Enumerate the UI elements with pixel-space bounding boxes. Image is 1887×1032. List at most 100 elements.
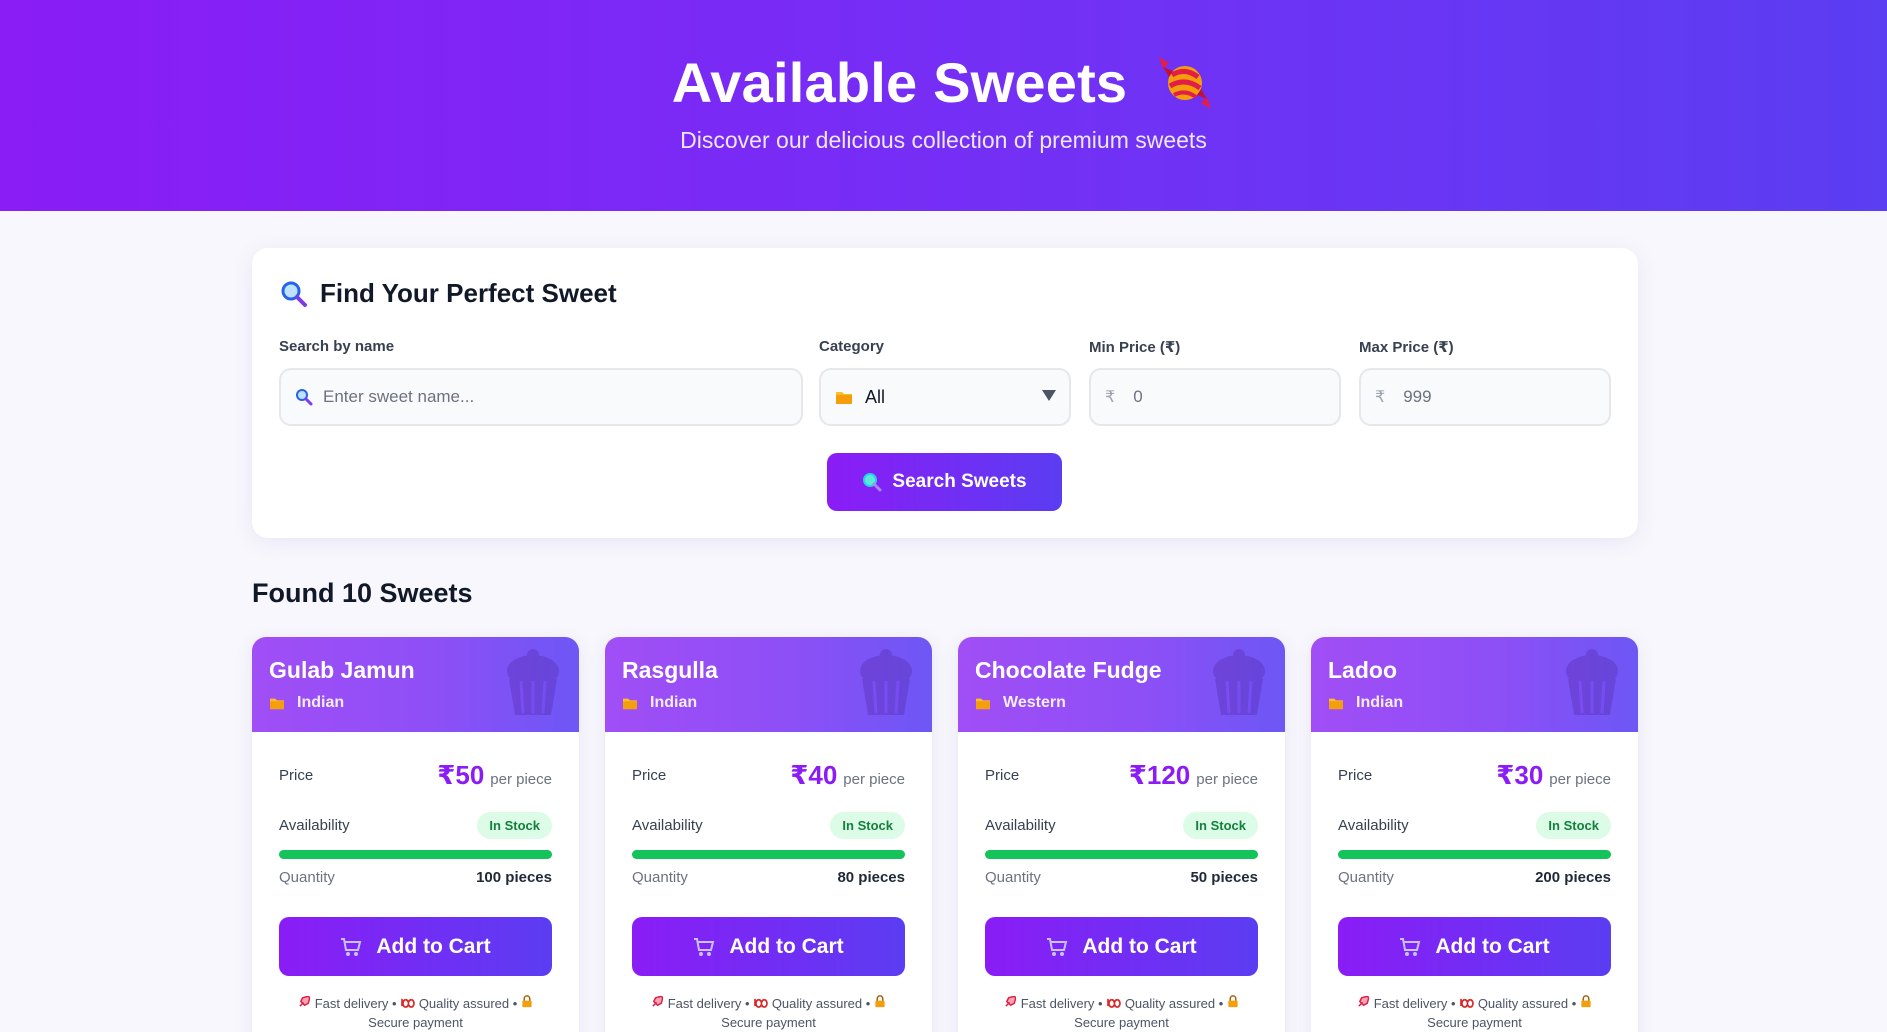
cupcake-icon — [860, 649, 912, 715]
sweet-name: Ladoo — [1328, 657, 1397, 683]
hero-banner: Available Sweets Discover our delicious … — [0, 0, 1887, 211]
perk-secure-payment: Secure payment — [721, 1015, 816, 1030]
perk-quality-assured: Quality assured • — [771, 996, 871, 1011]
card-perks: Fast delivery • Quality assured • Secure… — [625, 994, 912, 1032]
sweet-category-label: Indian — [650, 694, 698, 711]
quantity-row: Quantity 50 pieces — [985, 869, 1258, 886]
min-price-field[interactable]: ₹ — [1089, 368, 1341, 426]
lock-icon — [1581, 995, 1591, 1008]
price-row: Price ₹50 per piece — [279, 760, 552, 791]
availability-row: Availability In Stock — [279, 812, 552, 839]
sweet-category: Indian — [622, 694, 697, 712]
min-price-input[interactable] — [1133, 387, 1284, 407]
sweet-category: Indian — [1328, 694, 1403, 712]
sweet-category: Indian — [269, 694, 344, 712]
add-to-cart-button[interactable]: Add to Cart — [632, 917, 905, 976]
rocket-icon — [299, 995, 311, 1007]
stock-bar — [985, 850, 1258, 859]
candy-icon — [1159, 56, 1212, 109]
page-subtitle: Discover our delicious collection of pre… — [680, 127, 1207, 153]
sweet-card: Gulab Jamun Indian Price ₹50 per piece A… — [252, 637, 579, 1032]
results-heading: Found 10 Sweets — [252, 578, 473, 608]
perk-fast-delivery: Fast delivery • — [1373, 996, 1456, 1011]
search-panel-title-row: Find Your Perfect Sweet — [280, 278, 617, 309]
status-badge: In Stock — [477, 812, 552, 839]
add-to-cart-button[interactable]: Add to Cart — [985, 917, 1258, 976]
name-search-input[interactable] — [323, 387, 544, 407]
availability-row: Availability In Stock — [632, 812, 905, 839]
quantity-label: Quantity — [1338, 869, 1394, 886]
hundred-icon — [401, 998, 415, 1008]
price-value: ₹120 — [1128, 760, 1191, 790]
price-label: Price — [632, 767, 667, 784]
price-unit: per piece — [490, 771, 552, 788]
stock-bar-fill — [985, 850, 1258, 859]
price-label: Price — [1338, 767, 1373, 784]
price-row: Price ₹120 per piece — [985, 760, 1258, 791]
sweet-card-header: Gulab Jamun Indian — [252, 637, 579, 732]
cart-icon — [1047, 937, 1068, 956]
price-value-group: ₹40 per piece — [790, 760, 905, 791]
search-panel: Find Your Perfect Sweet Search by name C… — [252, 248, 1638, 538]
search-sweets-button[interactable]: Search Sweets — [827, 453, 1062, 511]
sweet-category-label: Western — [1003, 694, 1066, 711]
quantity-label: Quantity — [632, 869, 688, 886]
cart-icon — [341, 937, 362, 956]
sweet-category-label: Indian — [297, 694, 345, 711]
quantity-row: Quantity 80 pieces — [632, 869, 905, 886]
sweet-card: Rasgulla Indian Price ₹40 per piece Avai… — [605, 637, 932, 1032]
magnifier-icon — [281, 281, 307, 307]
perk-fast-delivery: Fast delivery • — [314, 996, 397, 1011]
add-to-cart-label: Add to Cart — [1435, 934, 1550, 958]
add-to-cart-button[interactable]: Add to Cart — [279, 917, 552, 976]
search-panel-title: Find Your Perfect Sweet — [320, 278, 617, 308]
card-perks: Fast delivery • Quality assured • Secure… — [272, 994, 559, 1032]
category-label: Category — [819, 338, 885, 355]
category-select[interactable]: All — [819, 368, 1071, 426]
price-row: Price ₹40 per piece — [632, 760, 905, 791]
hundred-icon — [754, 998, 768, 1008]
add-to-cart-label: Add to Cart — [376, 934, 491, 958]
status-badge: In Stock — [830, 812, 905, 839]
price-row: Price ₹30 per piece — [1338, 760, 1611, 791]
rocket-icon — [1358, 995, 1370, 1007]
max-price-field[interactable]: ₹ — [1359, 368, 1611, 426]
max-price-input[interactable] — [1403, 387, 1554, 407]
quantity-value: 80 pieces — [837, 869, 905, 886]
page-title: Available Sweets — [671, 51, 1128, 114]
stock-bar — [279, 850, 552, 859]
lock-icon — [875, 995, 885, 1008]
name-search-field[interactable] — [279, 368, 803, 426]
quantity-value: 200 pieces — [1535, 869, 1611, 886]
quantity-row: Quantity 100 pieces — [279, 869, 552, 886]
stock-bar — [1338, 850, 1611, 859]
price-value: ₹40 — [790, 760, 838, 790]
perk-secure-payment: Secure payment — [1074, 1015, 1169, 1030]
max-price-label: Max Price (₹) — [1359, 339, 1454, 356]
availability-label: Availability — [632, 817, 703, 834]
price-value: ₹30 — [1496, 760, 1544, 790]
quantity-label: Quantity — [985, 869, 1041, 886]
availability-label: Availability — [985, 817, 1056, 834]
quantity-label: Quantity — [279, 869, 335, 886]
cart-icon — [694, 937, 715, 956]
price-label: Price — [279, 767, 314, 784]
availability-row: Availability In Stock — [985, 812, 1258, 839]
folder-icon — [836, 392, 852, 404]
add-to-cart-button[interactable]: Add to Cart — [1338, 917, 1611, 976]
min-price-label: Min Price (₹) — [1089, 339, 1181, 356]
search-icon — [863, 473, 882, 492]
rocket-icon — [652, 995, 664, 1007]
lock-icon — [1228, 995, 1238, 1008]
add-to-cart-label: Add to Cart — [1082, 934, 1197, 958]
quantity-value: 50 pieces — [1190, 869, 1258, 886]
price-value: ₹50 — [437, 760, 485, 790]
sweet-name: Gulab Jamun — [269, 657, 415, 683]
perk-quality-assured: Quality assured • — [1477, 996, 1577, 1011]
folder-icon — [270, 698, 284, 710]
search-sweets-label: Search Sweets — [892, 471, 1027, 492]
cupcake-icon — [1566, 649, 1618, 715]
cart-icon — [1400, 937, 1421, 956]
perk-quality-assured: Quality assured • — [1124, 996, 1224, 1011]
folder-icon — [976, 698, 990, 710]
